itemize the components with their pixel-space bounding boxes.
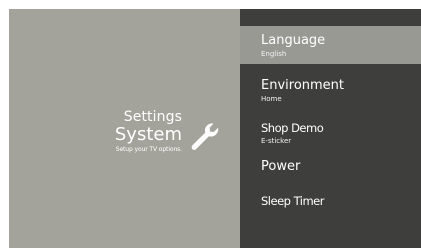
menu-item-label: Power [261,159,301,174]
category-description: Setup your TV options. [115,146,182,153]
tv-settings-screen: Settings System Setup your TV options. L… [9,9,421,248]
settings-menu: Language English Environment Home Shop D… [240,9,421,248]
menu-item-power[interactable]: Power [240,153,421,181]
wrench-icon [191,123,219,150]
category-panel: Settings System Setup your TV options. [9,9,240,248]
menu-item-value: Home [261,95,282,103]
menu-item-label: Language [261,33,326,48]
menu-item-value: E-sticker [261,137,292,145]
menu-item-value: English [261,50,287,58]
category-heading: Settings System Setup your TV options. [115,110,182,154]
category-title: System [114,124,182,145]
settings-title: Settings [123,109,182,125]
menu-item-sleep-timer[interactable]: Sleep Timer [240,187,421,215]
menu-item-label: Shop Demo [261,121,324,135]
menu-item-shop-demo[interactable]: Shop Demo E-sticker [240,113,421,151]
menu-item-environment[interactable]: Environment Home [240,71,421,109]
menu-item-label: Sleep Timer [261,194,324,208]
menu-item-language[interactable]: Language English [240,26,421,64]
menu-item-label: Environment [261,78,345,93]
